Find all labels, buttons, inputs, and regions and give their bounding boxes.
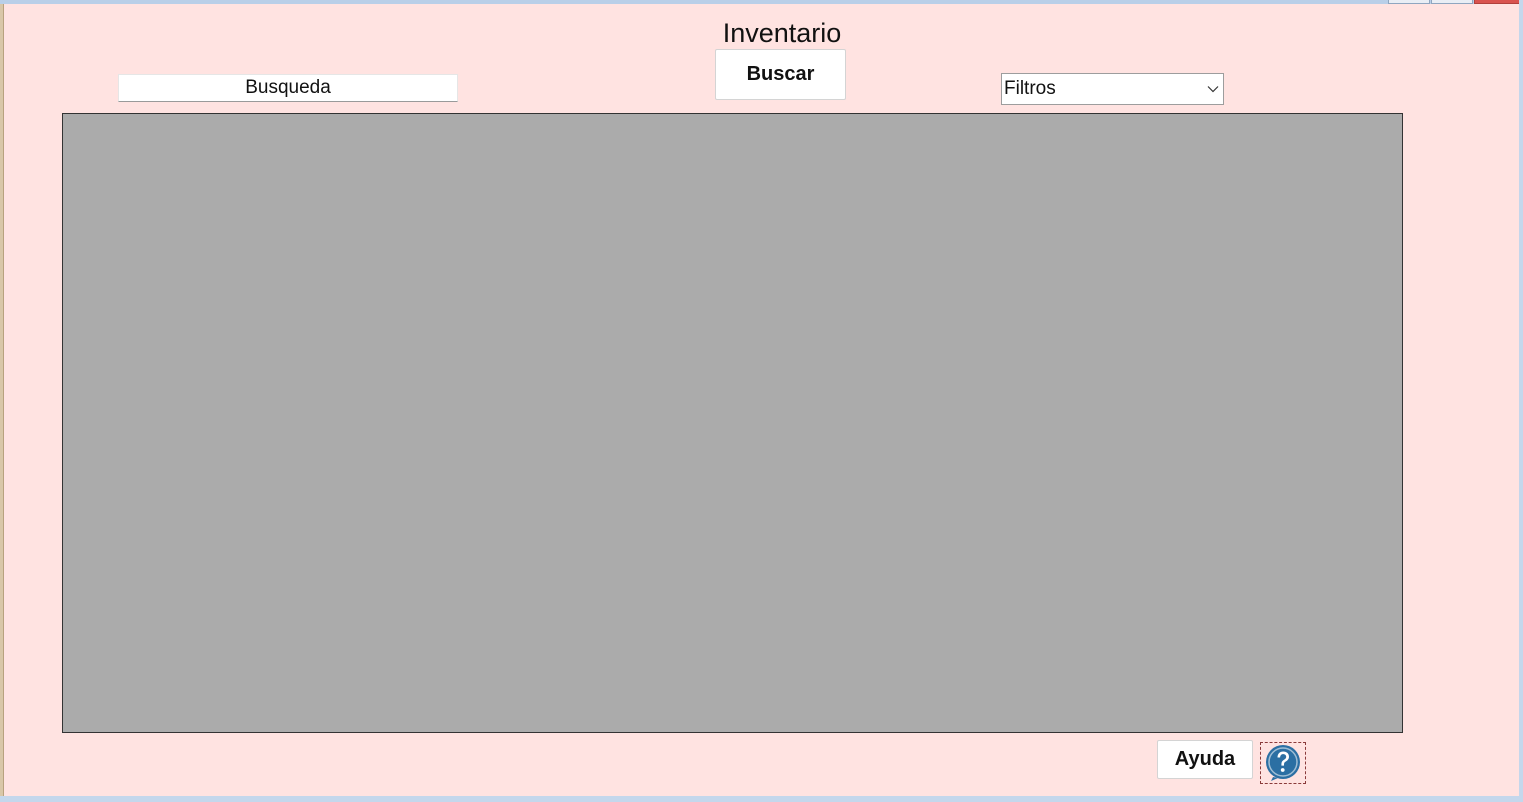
help-button[interactable]: Ayuda	[1157, 740, 1253, 779]
window-right-edge	[1519, 0, 1523, 802]
page-title: Inventario	[722, 18, 842, 48]
filters-dropdown[interactable]: Filtros	[1001, 73, 1224, 105]
search-input[interactable]	[118, 74, 458, 102]
inventory-data-grid[interactable]	[62, 113, 1403, 733]
search-button[interactable]: Buscar	[715, 49, 846, 100]
window-left-edge	[0, 4, 4, 796]
help-question-icon	[1266, 745, 1300, 781]
window-bottom-edge	[0, 796, 1523, 802]
inventory-form: Inventario Buscar Filtros Ayuda	[4, 4, 1519, 796]
help-icon-button[interactable]	[1260, 742, 1306, 784]
filters-selected-value: Filtros	[1004, 78, 1056, 99]
chevron-down-icon[interactable]	[1203, 74, 1223, 104]
